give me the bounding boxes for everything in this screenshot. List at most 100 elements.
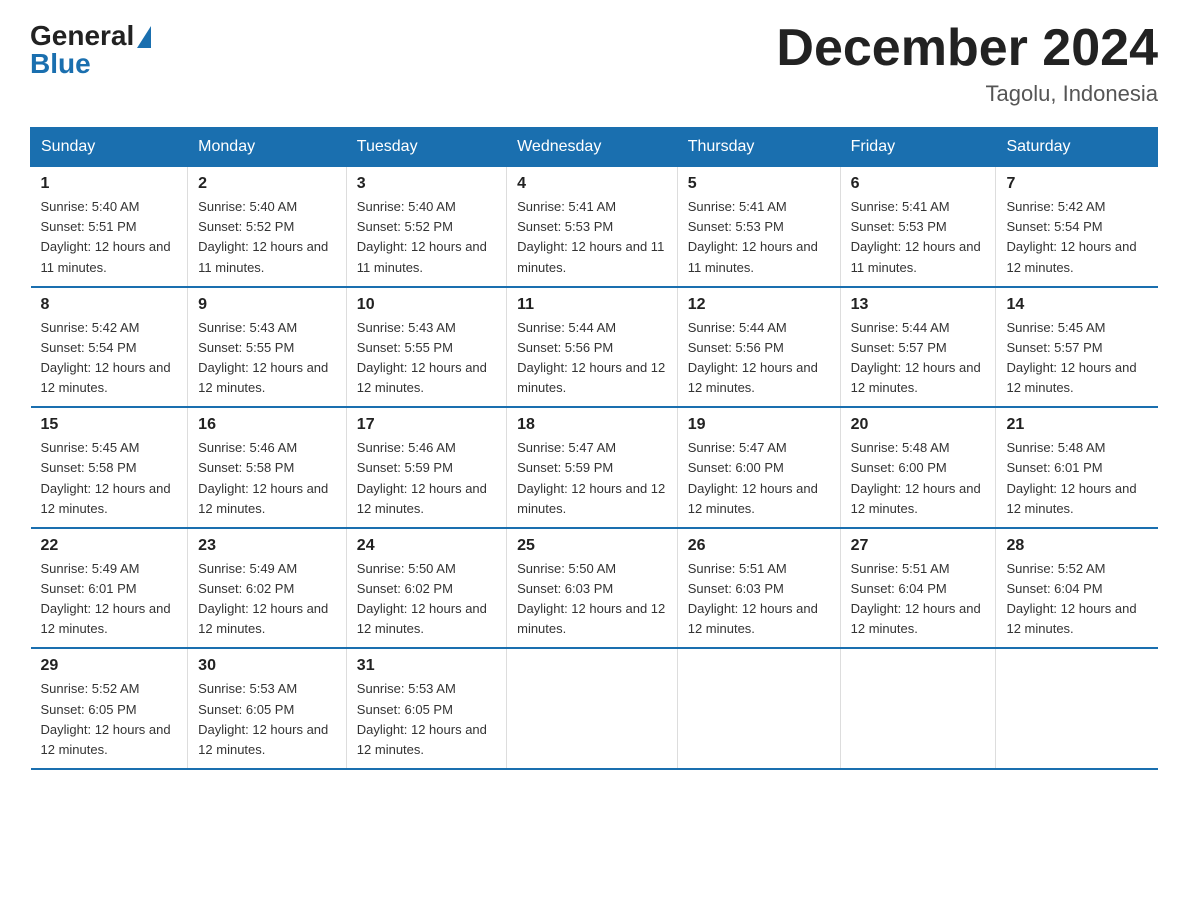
logo-blue-text: Blue — [30, 48, 91, 80]
calendar-subtitle: Tagolu, Indonesia — [776, 81, 1158, 107]
day-info: Sunrise: 5:42 AMSunset: 5:54 PMDaylight:… — [1006, 199, 1136, 274]
col-monday: Monday — [188, 128, 347, 167]
day-number: 12 — [688, 296, 830, 314]
day-cell: 30 Sunrise: 5:53 AMSunset: 6:05 PMDayligh… — [188, 648, 347, 769]
day-number: 2 — [198, 175, 336, 193]
day-cell: 17Sunrise: 5:46 AMSunset: 5:59 PMDayligh… — [346, 407, 506, 528]
day-number: 13 — [851, 296, 986, 314]
day-number: 9 — [198, 296, 336, 314]
day-info: Sunrise: 5:44 AMSunset: 5:56 PMDaylight:… — [517, 320, 665, 395]
day-cell: 4 Sunrise: 5:41 AMSunset: 5:53 PMDaylight… — [507, 167, 678, 287]
col-thursday: Thursday — [677, 128, 840, 167]
day-cell: 29Sunrise: 5:52 AMSunset: 6:05 PMDayligh… — [31, 648, 188, 769]
day-info: Sunrise: 5:48 AMSunset: 6:01 PMDaylight:… — [1006, 440, 1136, 515]
day-info: Sunrise: 5:42 AMSunset: 5:54 PMDaylight:… — [41, 320, 171, 395]
day-cell: 8 Sunrise: 5:42 AMSunset: 5:54 PMDaylight… — [31, 287, 188, 408]
day-number: 5 — [688, 175, 830, 193]
day-number: 6 — [851, 175, 986, 193]
day-cell: 27 Sunrise: 5:51 AMSunset: 6:04 PMDayligh… — [840, 528, 996, 649]
day-info: Sunrise: 5:53 AMSunset: 6:05 PMDaylight:… — [198, 681, 328, 756]
day-number: 8 — [41, 296, 178, 314]
day-cell: 21 Sunrise: 5:48 AMSunset: 6:01 PMDayligh… — [996, 407, 1158, 528]
day-number: 21 — [1006, 416, 1147, 434]
day-cell: 3 Sunrise: 5:40 AMSunset: 5:52 PMDaylight… — [346, 167, 506, 287]
week-row-2: 8 Sunrise: 5:42 AMSunset: 5:54 PMDaylight… — [31, 287, 1158, 408]
calendar-title: December 2024 — [776, 20, 1158, 77]
day-info: Sunrise: 5:40 AMSunset: 5:52 PMDaylight:… — [198, 199, 328, 274]
day-info: Sunrise: 5:44 AMSunset: 5:56 PMDaylight:… — [688, 320, 818, 395]
col-sunday: Sunday — [31, 128, 188, 167]
day-cell: 20 Sunrise: 5:48 AMSunset: 6:00 PMDayligh… — [840, 407, 996, 528]
page-header: General Blue December 2024 Tagolu, Indon… — [30, 20, 1158, 107]
day-cell: 10 Sunrise: 5:43 AMSunset: 5:55 PMDayligh… — [346, 287, 506, 408]
day-number: 30 — [198, 657, 336, 675]
week-row-3: 15 Sunrise: 5:45 AMSunset: 5:58 PMDayligh… — [31, 407, 1158, 528]
day-cell: 12 Sunrise: 5:44 AMSunset: 5:56 PMDayligh… — [677, 287, 840, 408]
week-row-4: 22 Sunrise: 5:49 AMSunset: 6:01 PMDayligh… — [31, 528, 1158, 649]
day-number: 27 — [851, 537, 986, 555]
logo: General Blue — [30, 20, 151, 80]
day-number: 20 — [851, 416, 986, 434]
day-info: Sunrise: 5:41 AMSunset: 5:53 PMDaylight:… — [517, 199, 664, 274]
day-number: 1 — [41, 175, 178, 193]
day-number: 25 — [517, 537, 667, 555]
day-info: Sunrise: 5:40 AMSunset: 5:52 PMDaylight:… — [357, 199, 487, 274]
calendar-header: Sunday Monday Tuesday Wednesday Thursday… — [31, 128, 1158, 167]
day-cell — [507, 648, 678, 769]
day-number: 4 — [517, 175, 667, 193]
col-tuesday: Tuesday — [346, 128, 506, 167]
day-cell: 13 Sunrise: 5:44 AMSunset: 5:57 PMDayligh… — [840, 287, 996, 408]
day-cell: 9 Sunrise: 5:43 AMSunset: 5:55 PMDaylight… — [188, 287, 347, 408]
day-cell: 18Sunrise: 5:47 AMSunset: 5:59 PMDayligh… — [507, 407, 678, 528]
day-number: 15 — [41, 416, 178, 434]
day-info: Sunrise: 5:47 AMSunset: 5:59 PMDaylight:… — [517, 440, 665, 515]
day-cell: 26 Sunrise: 5:51 AMSunset: 6:03 PMDayligh… — [677, 528, 840, 649]
day-number: 24 — [357, 537, 496, 555]
day-cell: 31 Sunrise: 5:53 AMSunset: 6:05 PMDayligh… — [346, 648, 506, 769]
day-info: Sunrise: 5:50 AMSunset: 6:02 PMDaylight:… — [357, 561, 487, 636]
day-cell — [840, 648, 996, 769]
calendar-table: Sunday Monday Tuesday Wednesday Thursday… — [30, 127, 1158, 770]
day-number: 23 — [198, 537, 336, 555]
day-number: 17 — [357, 416, 496, 434]
day-number: 7 — [1006, 175, 1147, 193]
day-number: 11 — [517, 296, 667, 314]
day-info: Sunrise: 5:51 AMSunset: 6:03 PMDaylight:… — [688, 561, 818, 636]
day-info: Sunrise: 5:44 AMSunset: 5:57 PMDaylight:… — [851, 320, 981, 395]
day-number: 10 — [357, 296, 496, 314]
day-info: Sunrise: 5:52 AMSunset: 6:04 PMDaylight:… — [1006, 561, 1136, 636]
day-info: Sunrise: 5:50 AMSunset: 6:03 PMDaylight:… — [517, 561, 665, 636]
header-row: Sunday Monday Tuesday Wednesday Thursday… — [31, 128, 1158, 167]
day-cell: 11 Sunrise: 5:44 AMSunset: 5:56 PMDayligh… — [507, 287, 678, 408]
day-cell: 25 Sunrise: 5:50 AMSunset: 6:03 PMDayligh… — [507, 528, 678, 649]
week-row-1: 1 Sunrise: 5:40 AMSunset: 5:51 PMDaylight… — [31, 167, 1158, 287]
day-info: Sunrise: 5:45 AMSunset: 5:58 PMDaylight:… — [41, 440, 171, 515]
col-friday: Friday — [840, 128, 996, 167]
day-number: 22 — [41, 537, 178, 555]
day-info: Sunrise: 5:43 AMSunset: 5:55 PMDaylight:… — [357, 320, 487, 395]
day-number: 31 — [357, 657, 496, 675]
day-info: Sunrise: 5:40 AMSunset: 5:51 PMDaylight:… — [41, 199, 171, 274]
day-cell: 5 Sunrise: 5:41 AMSunset: 5:53 PMDaylight… — [677, 167, 840, 287]
day-info: Sunrise: 5:43 AMSunset: 5:55 PMDaylight:… — [198, 320, 328, 395]
day-info: Sunrise: 5:48 AMSunset: 6:00 PMDaylight:… — [851, 440, 981, 515]
day-cell: 15 Sunrise: 5:45 AMSunset: 5:58 PMDayligh… — [31, 407, 188, 528]
logo-triangle-icon — [137, 26, 151, 48]
day-info: Sunrise: 5:45 AMSunset: 5:57 PMDaylight:… — [1006, 320, 1136, 395]
day-info: Sunrise: 5:49 AMSunset: 6:01 PMDaylight:… — [41, 561, 171, 636]
day-info: Sunrise: 5:41 AMSunset: 5:53 PMDaylight:… — [688, 199, 818, 274]
day-cell: 19Sunrise: 5:47 AMSunset: 6:00 PMDayligh… — [677, 407, 840, 528]
day-number: 3 — [357, 175, 496, 193]
day-cell: 22 Sunrise: 5:49 AMSunset: 6:01 PMDayligh… — [31, 528, 188, 649]
day-cell: 24 Sunrise: 5:50 AMSunset: 6:02 PMDayligh… — [346, 528, 506, 649]
day-number: 26 — [688, 537, 830, 555]
day-number: 28 — [1006, 537, 1147, 555]
day-info: Sunrise: 5:52 AMSunset: 6:05 PMDaylight:… — [41, 681, 171, 756]
day-cell: 28 Sunrise: 5:52 AMSunset: 6:04 PMDayligh… — [996, 528, 1158, 649]
day-info: Sunrise: 5:49 AMSunset: 6:02 PMDaylight:… — [198, 561, 328, 636]
day-info: Sunrise: 5:53 AMSunset: 6:05 PMDaylight:… — [357, 681, 487, 756]
day-cell: 16Sunrise: 5:46 AMSunset: 5:58 PMDayligh… — [188, 407, 347, 528]
day-info: Sunrise: 5:51 AMSunset: 6:04 PMDaylight:… — [851, 561, 981, 636]
day-number: 14 — [1006, 296, 1147, 314]
col-wednesday: Wednesday — [507, 128, 678, 167]
